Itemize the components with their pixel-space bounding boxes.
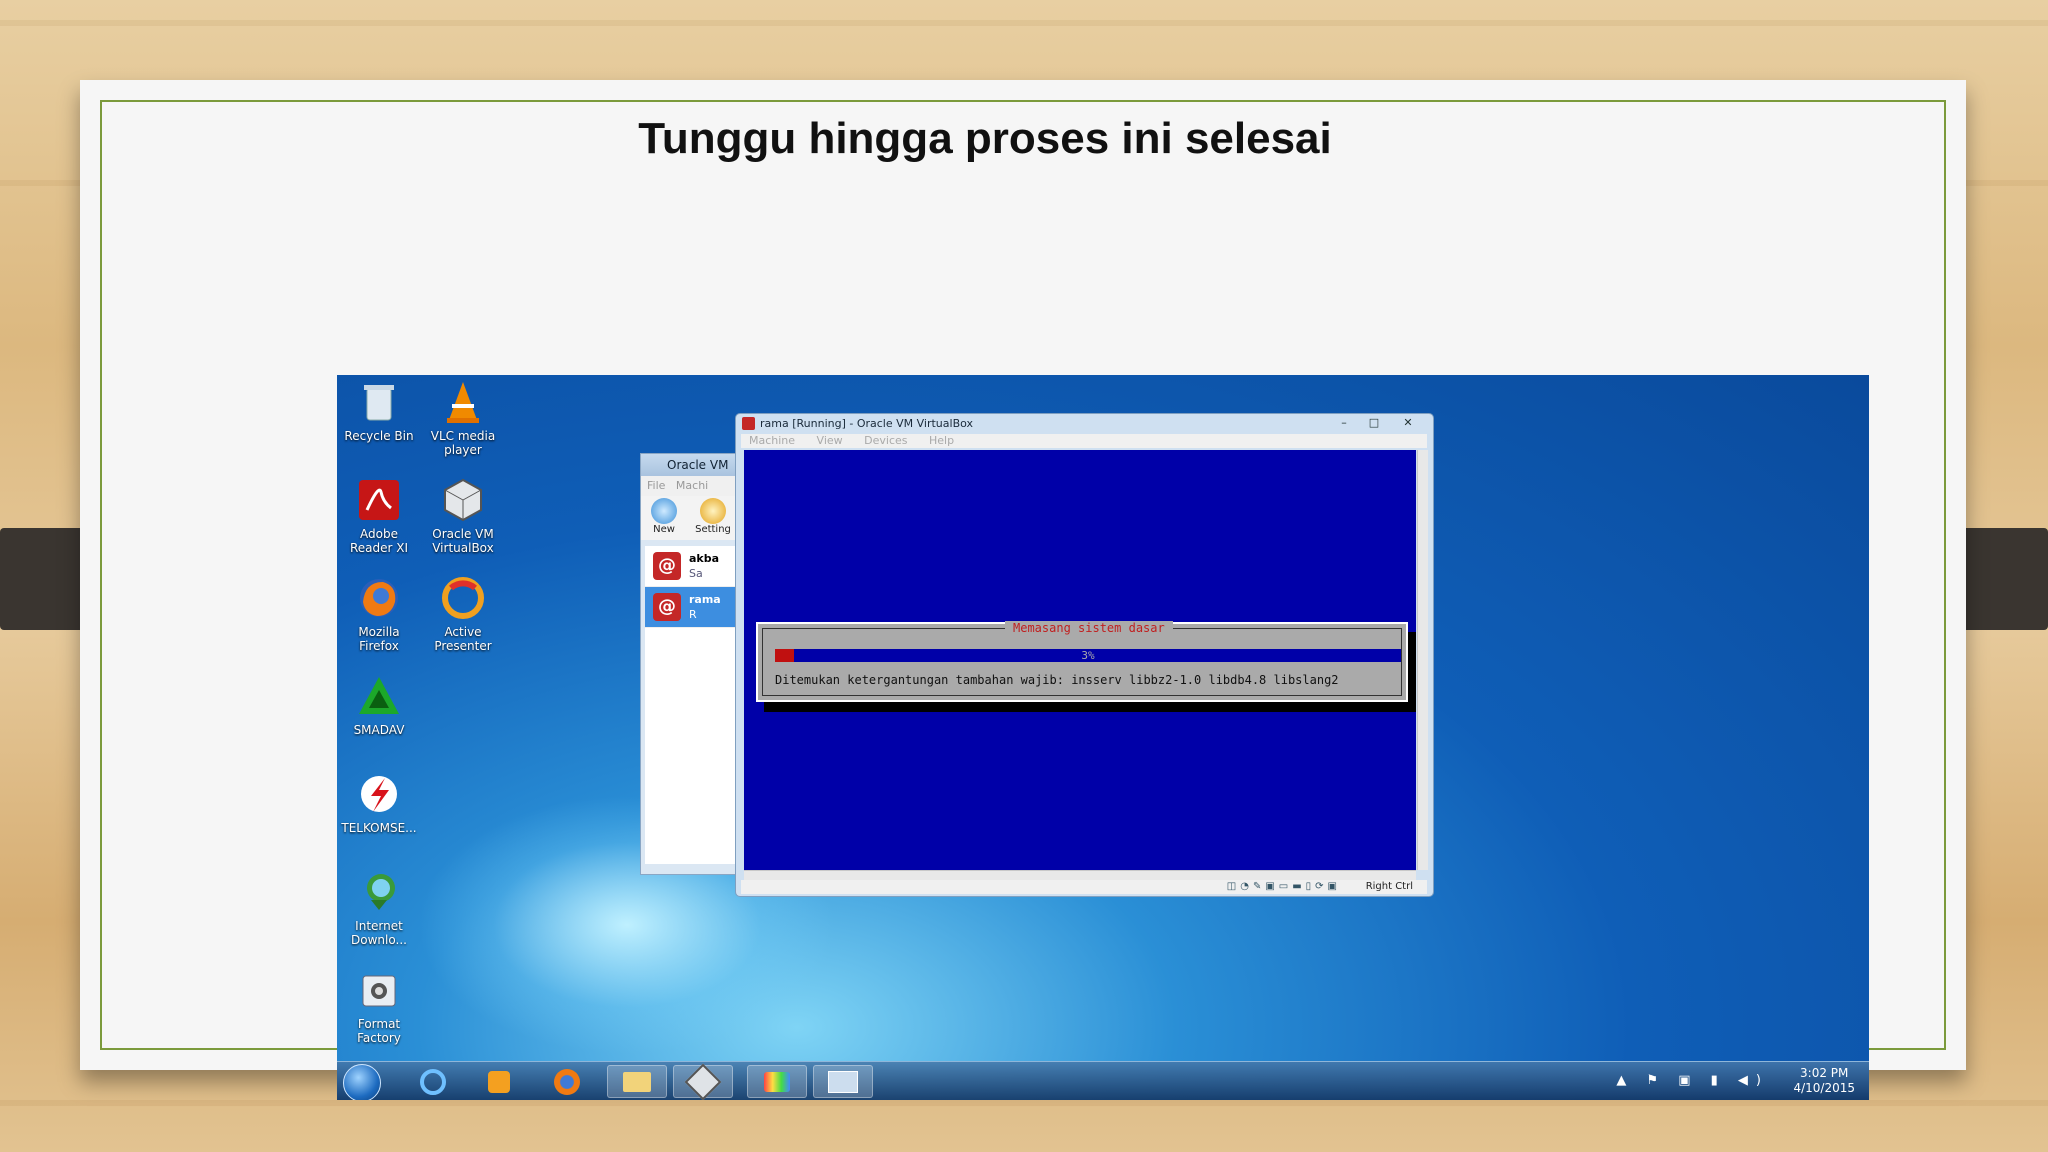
system-tray-icons[interactable]: ▲ ⚑ ▣ ▮ ◀) <box>1616 1073 1769 1088</box>
start-orb-icon[interactable] <box>343 1064 381 1100</box>
device-status-icons[interactable]: ◫◔✎▣▭▬▯⟳▣ <box>1227 881 1341 892</box>
settings-button[interactable]: Setting <box>691 498 735 535</box>
ie-icon <box>420 1068 446 1095</box>
smadav-icon <box>355 673 403 719</box>
vm-window-menubar: Machine View Devices Help <box>741 434 1427 448</box>
adobe-reader-icon <box>355 477 403 523</box>
taskbar-firefox[interactable] <box>537 1065 597 1098</box>
taskbar-explorer[interactable] <box>607 1065 667 1098</box>
virtualbox-manager-window[interactable]: Oracle VM File Machi New Setting @ akba <box>640 453 740 875</box>
paint-icon <box>764 1071 790 1092</box>
desktop-icon-active-presenter[interactable]: Active Presenter <box>421 575 505 653</box>
virtualbox-title-icon <box>742 417 755 430</box>
vm-list-item-selected[interactable]: @ rama R <box>645 587 739 628</box>
taskbar-virtualbox[interactable] <box>673 1063 733 1100</box>
desktop-icon-smadav[interactable]: SMADAV <box>337 673 421 737</box>
menu-devices[interactable]: Devices <box>864 434 907 447</box>
desktop-icon-format-factory[interactable]: Format Factory <box>337 967 421 1045</box>
vm-screen[interactable]: Memasang sistem dasar 3% Ditemukan keter… <box>744 450 1416 870</box>
menu-view[interactable]: View <box>817 434 843 447</box>
desktop-icon-idm[interactable]: Internet Downlo... <box>337 869 421 947</box>
vbox-manager-toolbar: New Setting <box>641 496 739 540</box>
vm-window-titlebar[interactable]: rama [Running] - Oracle VM VirtualBox – … <box>736 414 1433 432</box>
menu-machine[interactable]: Machine <box>749 434 795 447</box>
debian-icon: @ <box>653 593 681 621</box>
telkomsel-icon <box>355 771 403 817</box>
taskbar-vm-window[interactable] <box>813 1065 873 1098</box>
media-player-icon <box>488 1070 510 1093</box>
idm-icon <box>355 869 403 915</box>
recycle-bin-icon <box>355 379 403 425</box>
new-vm-button[interactable]: New <box>647 498 681 535</box>
vm-window-icon <box>828 1070 858 1093</box>
close-button[interactable]: ✕ <box>1391 414 1425 431</box>
desktop-icon-vlc[interactable]: VLC media player <box>421 379 505 457</box>
menu-file[interactable]: File <box>647 479 665 492</box>
installer-dialog: Memasang sistem dasar 3% Ditemukan keter… <box>756 621 1408 702</box>
desktop-screenshot: Recycle Bin VLC media player Adobe Reade… <box>337 375 1869 1100</box>
new-icon <box>651 498 677 524</box>
install-progress-bar: 3% <box>775 649 1401 662</box>
vlc-icon <box>439 379 487 425</box>
firefox-icon <box>554 1068 580 1095</box>
gear-icon <box>700 498 726 524</box>
virtualbox-icon <box>439 477 487 523</box>
taskbar-paint[interactable] <box>747 1065 807 1098</box>
vbox-manager-title: Oracle VM <box>641 454 739 476</box>
desktop-icon-recycle-bin[interactable]: Recycle Bin <box>337 379 421 443</box>
menu-help[interactable]: Help <box>929 434 954 447</box>
clock[interactable]: 3:02 PM 4/10/2015 <box>1793 1066 1855 1096</box>
virtualbox-icon <box>684 1063 722 1100</box>
maximize-button[interactable]: □ <box>1361 414 1387 431</box>
menu-machine[interactable]: Machi <box>676 479 708 492</box>
progress-label: 3% <box>1081 649 1095 662</box>
vm-list-item[interactable]: @ akba Sa <box>645 546 739 587</box>
minimize-button[interactable]: – <box>1331 414 1357 431</box>
vm-running-window[interactable]: rama [Running] - Oracle VM VirtualBox – … <box>735 413 1434 897</box>
explorer-icon <box>623 1071 651 1092</box>
installer-message: Ditemukan ketergantungan tambahan wajib:… <box>775 673 1339 687</box>
host-key-label: Right Ctrl <box>1365 881 1413 892</box>
desktop-icon-adobe[interactable]: Adobe Reader XI <box>337 477 421 555</box>
vbox-manager-menu: File Machi <box>641 476 739 496</box>
vertical-scrollbar[interactable] <box>1417 450 1428 870</box>
desktop-icon-virtualbox[interactable]: Oracle VM VirtualBox <box>421 477 505 555</box>
vm-statusbar: ◫◔✎▣▭▬▯⟳▣ Right Ctrl <box>741 880 1427 894</box>
vm-window-title: rama [Running] - Oracle VM VirtualBox <box>760 417 974 430</box>
active-presenter-icon <box>439 575 487 621</box>
taskbar-ie[interactable] <box>403 1065 463 1098</box>
vm-list: @ akba Sa @ rama R <box>645 546 739 864</box>
slide-title: Tunggu hingga proses ini selesai <box>638 114 1332 163</box>
firefox-icon <box>355 575 403 621</box>
taskbar: ▲ ⚑ ▣ ▮ ◀) 3:02 PM 4/10/2015 <box>337 1061 1869 1100</box>
desktop-icon-telkomsel[interactable]: TELKOMSE... <box>337 771 421 835</box>
installer-dialog-title: Memasang sistem dasar <box>1005 621 1173 635</box>
taskbar-media-player[interactable] <box>469 1065 529 1098</box>
desktop-icon-firefox[interactable]: Mozilla Firefox <box>337 575 421 653</box>
debian-icon: @ <box>653 552 681 580</box>
format-factory-icon <box>355 967 403 1013</box>
slide: Tunggu hingga proses ini selesai Recycle… <box>80 80 1966 1100</box>
